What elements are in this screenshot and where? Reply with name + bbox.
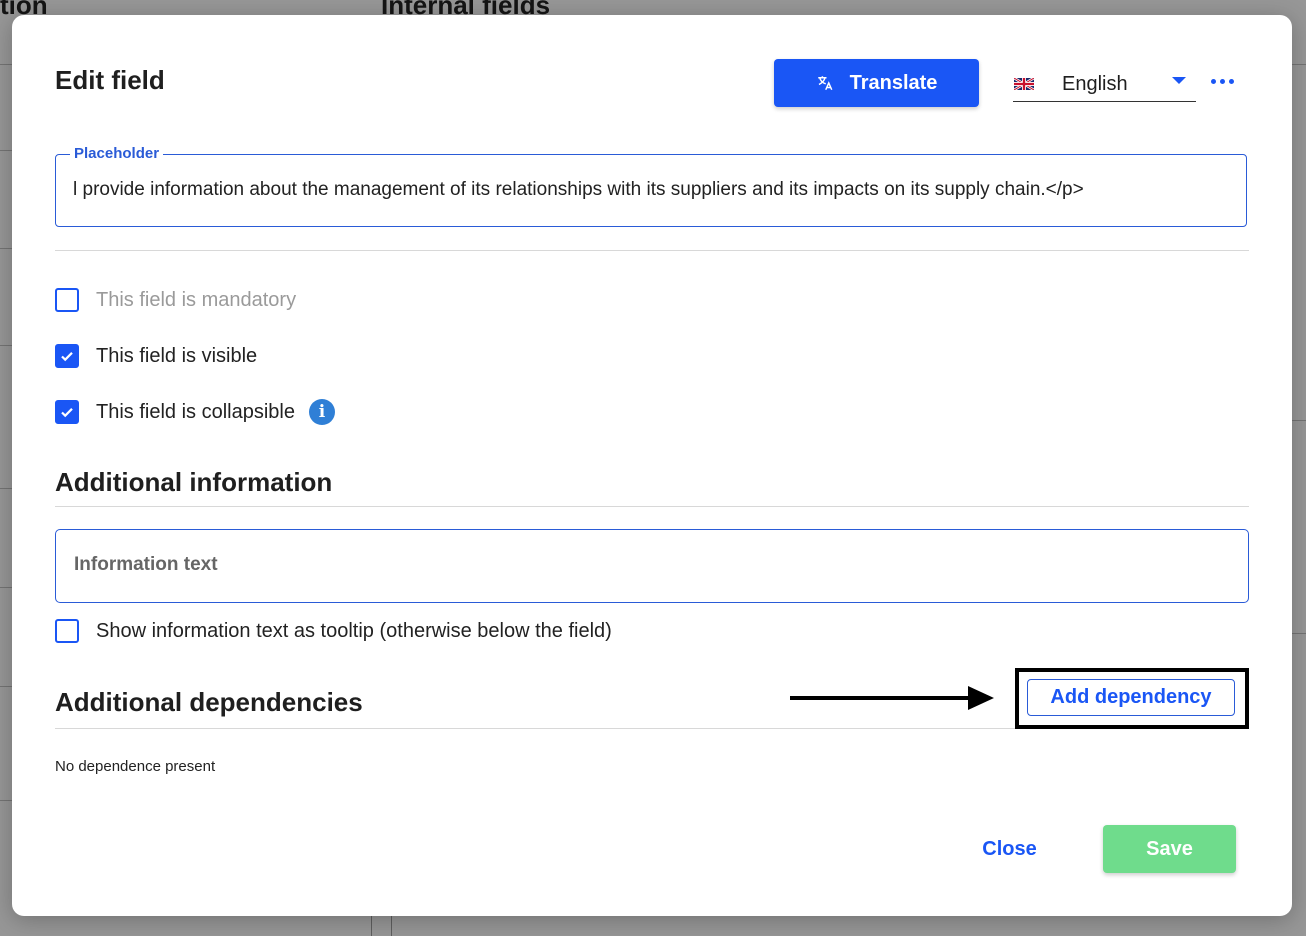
additional-information-title: Additional information bbox=[55, 467, 333, 497]
save-button[interactable]: Save bbox=[1103, 825, 1236, 873]
translate-button-label: Translate bbox=[849, 71, 938, 94]
close-button[interactable]: Close bbox=[957, 825, 1062, 873]
information-text-placeholder: Information text bbox=[74, 554, 218, 575]
mandatory-checkbox[interactable] bbox=[55, 288, 79, 312]
checkmark-icon bbox=[61, 352, 73, 362]
collapsible-checkbox-row[interactable]: This field is collapsible i bbox=[55, 399, 335, 425]
visible-checkbox[interactable] bbox=[55, 344, 79, 368]
more-horizontal-icon bbox=[1211, 79, 1216, 84]
uk-flag-icon bbox=[1014, 78, 1034, 90]
tooltip-checkbox-label: Show information text as tooltip (otherw… bbox=[96, 619, 612, 642]
placeholder-field-label: Placeholder bbox=[70, 145, 164, 162]
collapsible-checkbox-label: This field is collapsible bbox=[96, 400, 295, 423]
placeholder-field-value[interactable]: l provide information about the manageme… bbox=[73, 179, 1230, 201]
edit-field-dialog: Edit field Translate English Placeholder… bbox=[12, 15, 1292, 916]
checkmark-icon bbox=[61, 408, 73, 418]
tooltip-checkbox[interactable] bbox=[55, 619, 79, 643]
section-divider bbox=[55, 506, 1249, 507]
info-icon[interactable]: i bbox=[308, 399, 335, 425]
translate-icon bbox=[817, 76, 833, 91]
additional-dependencies-title: Additional dependencies bbox=[55, 687, 363, 717]
placeholder-field[interactable]: Placeholder l provide information about … bbox=[55, 145, 1247, 227]
visible-checkbox-label: This field is visible bbox=[96, 344, 258, 367]
language-select[interactable]: English bbox=[1013, 67, 1196, 102]
chevron-down-icon bbox=[1172, 77, 1186, 84]
visible-checkbox-row[interactable]: This field is visible bbox=[55, 344, 257, 368]
more-options-button[interactable] bbox=[1211, 79, 1234, 84]
add-dependency-button[interactable]: Add dependency bbox=[1027, 679, 1235, 716]
annotation-arrow-icon bbox=[790, 686, 994, 710]
more-horizontal-icon bbox=[1229, 79, 1234, 84]
translate-button[interactable]: Translate bbox=[774, 59, 979, 107]
language-select-value: English bbox=[1062, 72, 1128, 95]
mandatory-checkbox-row[interactable]: This field is mandatory bbox=[55, 288, 296, 312]
no-dependence-text: No dependence present bbox=[55, 758, 216, 775]
mandatory-checkbox-label: This field is mandatory bbox=[96, 288, 297, 311]
collapsible-checkbox[interactable] bbox=[55, 400, 79, 424]
information-text-input[interactable]: Information text bbox=[55, 529, 1249, 603]
section-divider bbox=[55, 250, 1249, 251]
tooltip-checkbox-row[interactable]: Show information text as tooltip (otherw… bbox=[55, 619, 612, 643]
dialog-title: Edit field bbox=[55, 65, 165, 95]
more-horizontal-icon bbox=[1220, 79, 1225, 84]
